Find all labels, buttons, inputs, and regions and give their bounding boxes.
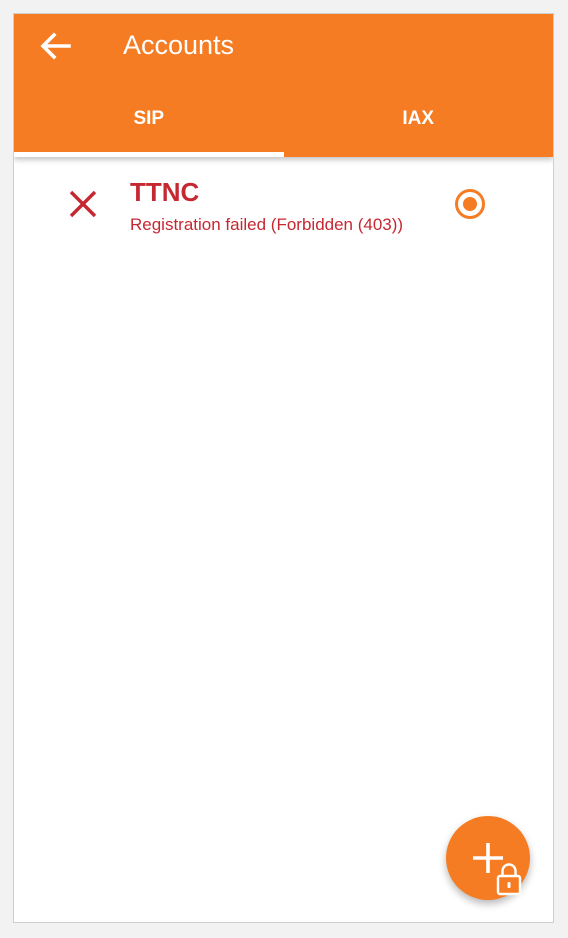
tab-sip[interactable]: SIP: [14, 87, 284, 157]
back-button[interactable]: [36, 26, 76, 66]
list-item[interactable]: TTNC Registration failed (Forbidden (403…: [14, 157, 553, 257]
tab-sip-label: SIP: [133, 108, 165, 129]
close-icon: [69, 190, 97, 218]
tab-bar: SIP IAX: [14, 87, 553, 157]
app-bar: Accounts SIP IAX: [14, 14, 553, 157]
tab-iax[interactable]: IAX: [284, 87, 554, 157]
account-name: TTNC: [130, 177, 200, 207]
lock-icon: [496, 863, 522, 896]
default-account-radio[interactable]: [453, 187, 487, 221]
page-title: Accounts: [123, 30, 235, 60]
tab-iax-label: IAX: [402, 108, 435, 129]
add-account-button[interactable]: [446, 816, 530, 900]
account-status: Registration failed (Forbidden (403)): [130, 215, 404, 234]
app-window: Accounts SIP IAX TTNC Registration faile…: [13, 13, 554, 923]
arrow-back-icon: [40, 32, 71, 60]
account-list: TTNC Registration failed (Forbidden (403…: [14, 157, 553, 257]
